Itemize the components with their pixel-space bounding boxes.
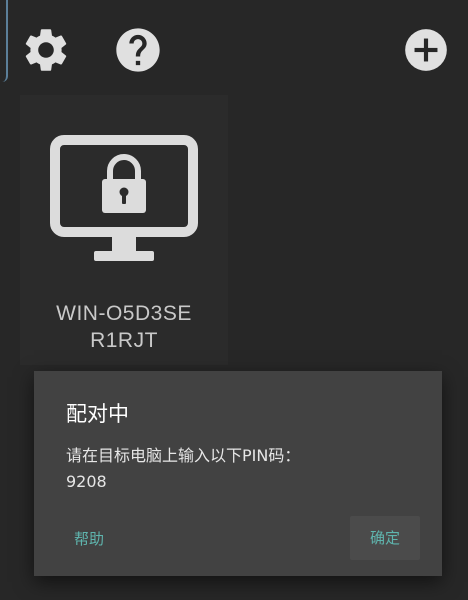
side-panel-edge[interactable] [0, 0, 8, 82]
help-dialog-button[interactable]: 帮助 [62, 521, 116, 557]
question-circle-icon [116, 28, 160, 72]
pairing-dialog: 配对中 请在目标电脑上输入以下PIN码： 9208 帮助 确定 [34, 371, 442, 576]
locked-monitor-icon [50, 135, 198, 261]
dialog-message: 请在目标电脑上输入以下PIN码： [66, 446, 301, 465]
pc-name-line1: WIN-O5D3SE [56, 302, 192, 325]
app-screen: WIN-O5D3SE R1RJT 配对中 请在目标电脑上输入以下PIN码： 92… [0, 0, 468, 600]
dialog-title: 配对中 [66, 402, 129, 426]
plus-circle-icon [405, 29, 447, 71]
pc-tile[interactable]: WIN-O5D3SE R1RJT [20, 95, 228, 365]
pin-code: 9208 [66, 472, 107, 491]
pc-name-line2: R1RJT [90, 329, 158, 352]
pc-name: WIN-O5D3SE R1RJT [20, 300, 228, 354]
ok-button[interactable]: 确定 [350, 516, 420, 560]
add-pc-button[interactable] [398, 22, 454, 78]
gear-icon [25, 29, 67, 71]
settings-button[interactable] [18, 22, 74, 78]
help-button[interactable] [110, 22, 166, 78]
